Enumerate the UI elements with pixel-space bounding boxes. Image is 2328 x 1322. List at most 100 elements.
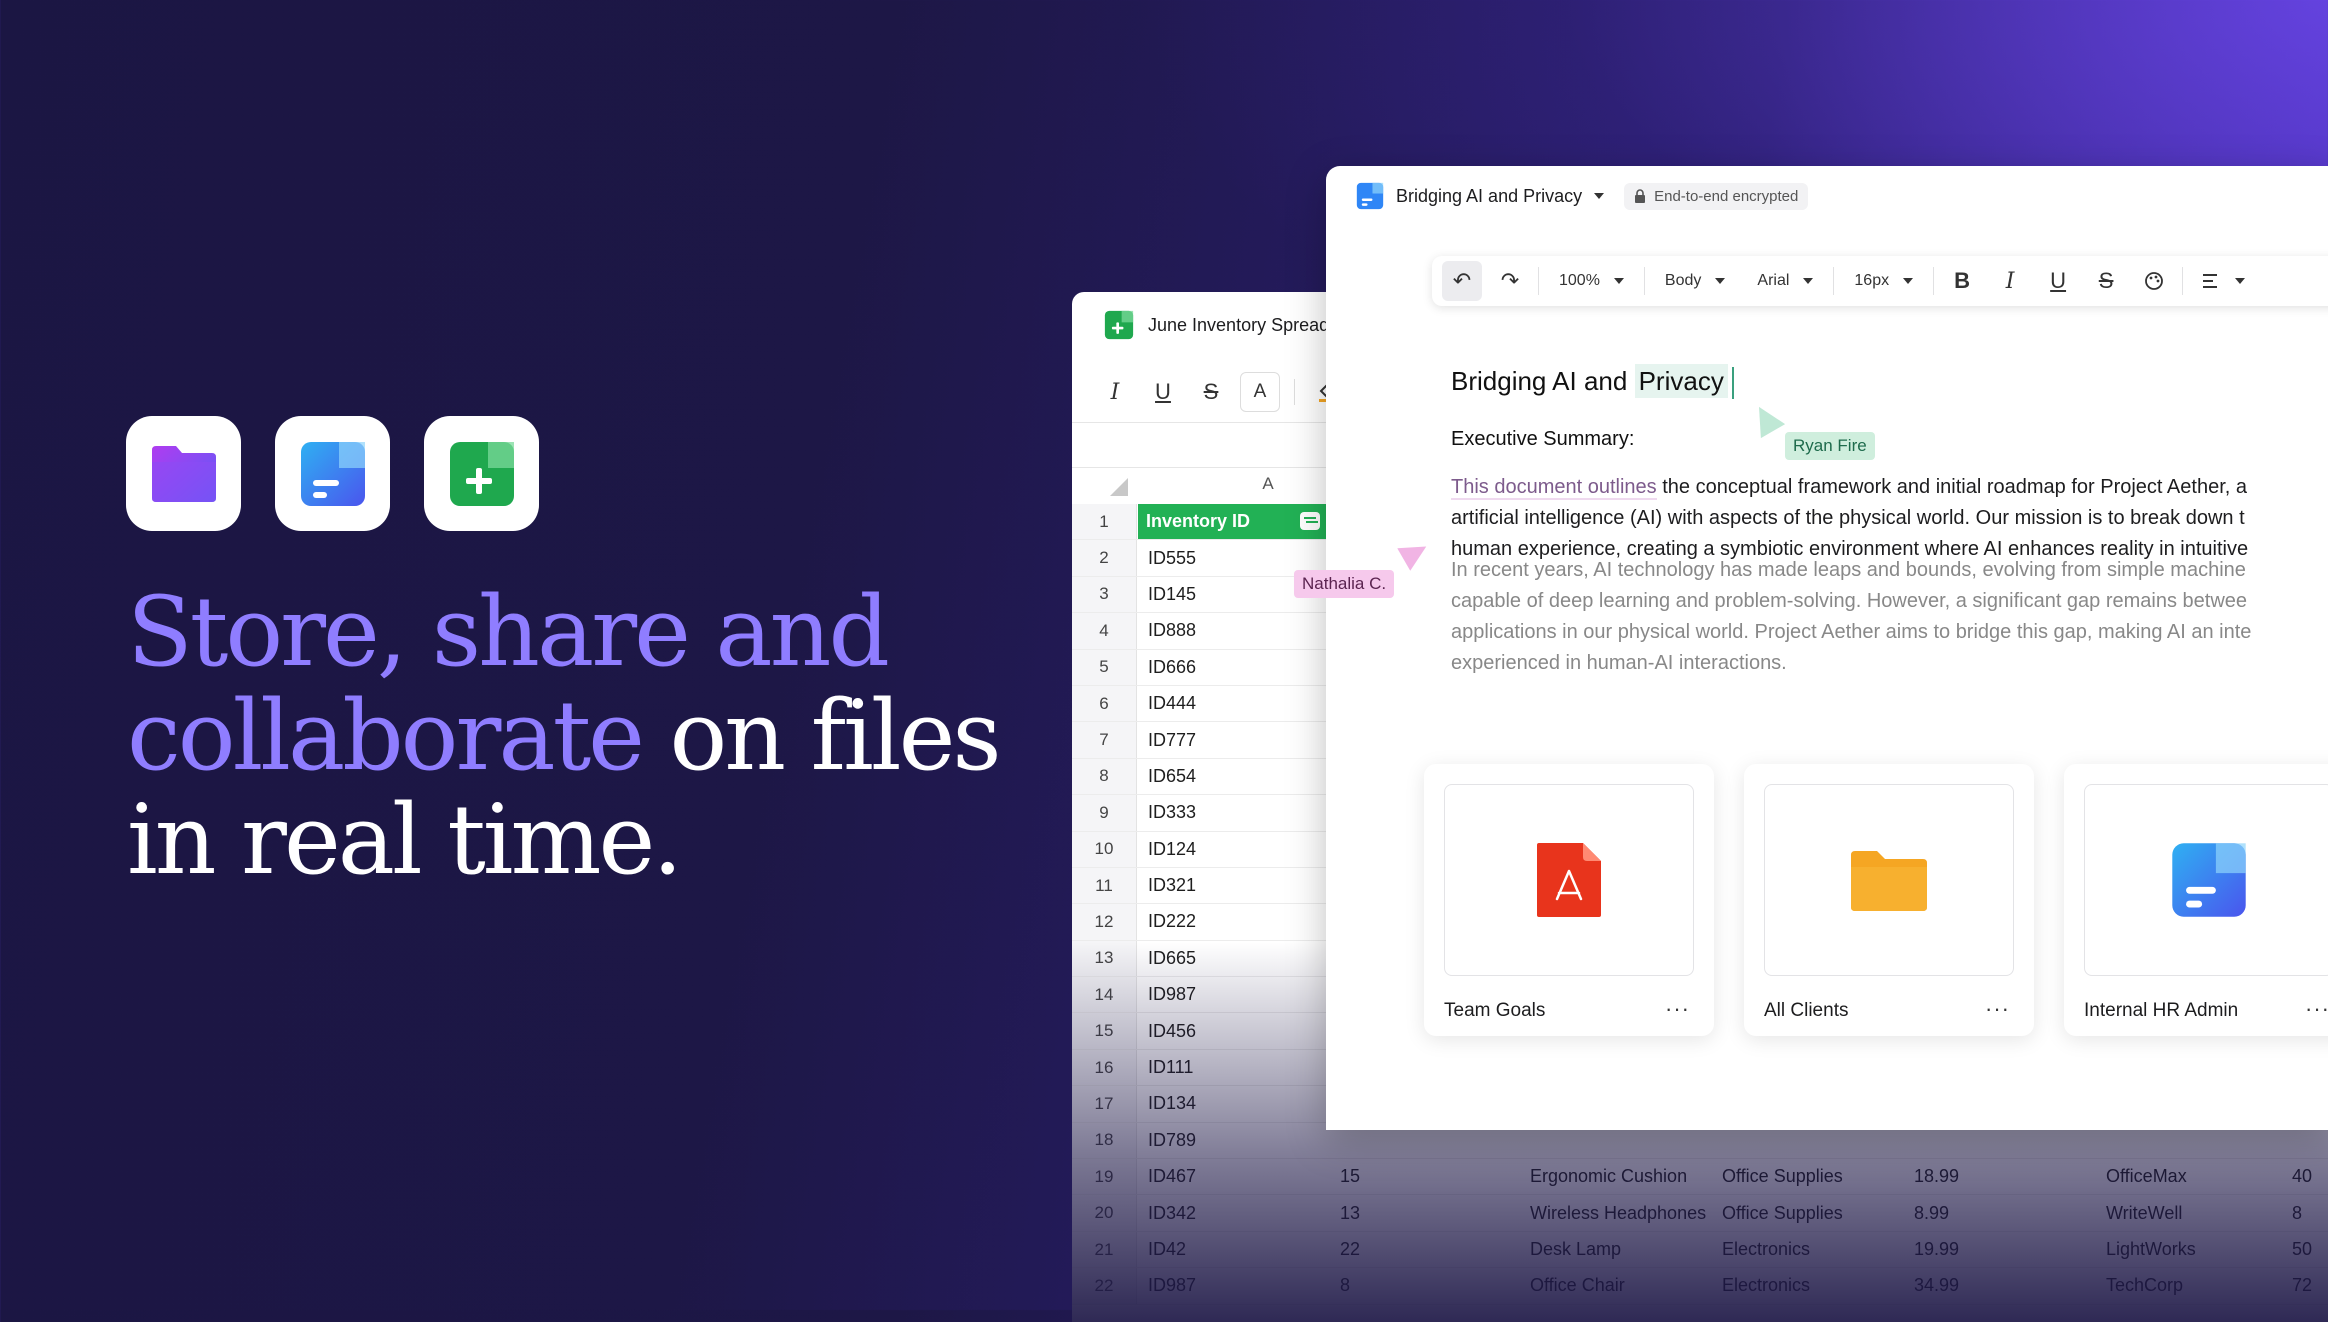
chevron-down-icon [1803, 278, 1814, 284]
document-subheading[interactable]: Executive Summary: [1451, 428, 1634, 451]
table-cell[interactable]: 13 [1340, 1203, 1360, 1224]
table-cell[interactable]: Office Supplies [1722, 1203, 1843, 1224]
table-cell[interactable]: ID467 [1148, 1166, 1196, 1187]
font-size-dropdown[interactable]: 16px [1842, 272, 1925, 290]
table-cell[interactable]: 18.99 [1914, 1166, 1959, 1187]
table-cell[interactable]: Inventory ID [1138, 504, 1326, 540]
table-cell[interactable]: ID124 [1148, 839, 1196, 860]
row-number[interactable]: 4 [1072, 613, 1137, 649]
row-number[interactable]: 12 [1072, 904, 1137, 940]
table-cell[interactable]: ID888 [1148, 620, 1196, 641]
table-cell[interactable]: ID134 [1148, 1093, 1196, 1114]
table-cell[interactable]: ID111 [1148, 1057, 1193, 1078]
table-cell[interactable]: LightWorks [2106, 1239, 2196, 1260]
color-palette-button[interactable] [2134, 261, 2174, 301]
text-color-button[interactable]: A [1240, 372, 1280, 412]
style-dropdown[interactable]: Body [1653, 272, 1737, 290]
underline-button[interactable]: U [2038, 261, 2078, 301]
more-options-icon[interactable]: ··· [1985, 996, 2010, 1022]
row-number[interactable]: 7 [1072, 722, 1137, 758]
row-number[interactable]: 5 [1072, 649, 1137, 685]
bold-button[interactable]: B [1942, 261, 1982, 301]
table-cell[interactable]: ID789 [1148, 1130, 1196, 1151]
undo-button[interactable]: ↶ [1442, 261, 1482, 301]
align-dropdown[interactable] [2191, 274, 2257, 288]
table-cell[interactable]: 15 [1340, 1166, 1360, 1187]
table-cell[interactable]: OfficeMax [2106, 1166, 2187, 1187]
filter-icon[interactable] [1300, 512, 1320, 530]
row-number[interactable]: 11 [1072, 867, 1137, 904]
font-dropdown[interactable]: Arial [1745, 272, 1825, 290]
document-paragraph-2[interactable]: In recent years, AI technology has made … [1451, 555, 2328, 679]
table-cell[interactable]: Ergonomic Cushion [1530, 1166, 1687, 1187]
table-cell[interactable]: 50 [2292, 1239, 2312, 1260]
table-cell[interactable]: 8 [1340, 1275, 1350, 1296]
row-number[interactable]: 3 [1072, 576, 1137, 613]
row-number[interactable]: 20 [1072, 1195, 1137, 1231]
table-cell[interactable]: ID666 [1148, 657, 1196, 678]
select-all-corner[interactable] [1110, 478, 1128, 496]
table-cell[interactable]: 40 [2292, 1166, 2312, 1187]
chevron-down-icon[interactable] [1594, 193, 1605, 199]
file-card-team-goals[interactable]: Team Goals ··· [1424, 764, 1714, 1036]
underline-button[interactable]: U [1144, 373, 1182, 411]
more-options-icon[interactable]: ··· [1665, 996, 1690, 1022]
table-cell[interactable]: ID321 [1148, 875, 1196, 896]
table-cell[interactable]: ID987 [1148, 984, 1196, 1005]
table-cell[interactable]: Desk Lamp [1530, 1239, 1621, 1260]
row-number[interactable]: 10 [1072, 831, 1137, 867]
table-cell[interactable]: Wireless Headphones [1530, 1203, 1706, 1224]
row-number[interactable]: 15 [1072, 1013, 1137, 1049]
table-cell[interactable]: 72 [2292, 1275, 2312, 1296]
table-cell[interactable]: Electronics [1722, 1239, 1810, 1260]
table-cell[interactable]: ID665 [1148, 948, 1196, 969]
row-number[interactable]: 22 [1072, 1268, 1137, 1304]
row-number[interactable]: 13 [1072, 940, 1137, 977]
italic-button[interactable]: I [1990, 261, 2030, 301]
redo-button[interactable]: ↷ [1490, 261, 1530, 301]
row-number[interactable]: 2 [1072, 540, 1137, 576]
table-cell[interactable]: 22 [1340, 1239, 1360, 1260]
table-cell[interactable]: ID777 [1148, 730, 1196, 751]
row-number[interactable]: 9 [1072, 795, 1137, 831]
italic-button[interactable]: I [1096, 373, 1134, 411]
row-number[interactable]: 18 [1072, 1122, 1137, 1159]
strikethrough-button[interactable]: S [2086, 261, 2126, 301]
table-cell[interactable]: ID145 [1148, 584, 1196, 605]
table-cell[interactable]: ID654 [1148, 766, 1196, 787]
table-cell[interactable]: ID987 [1148, 1275, 1196, 1296]
zoom-dropdown[interactable]: 100% [1547, 272, 1636, 290]
row-number[interactable]: 21 [1072, 1231, 1137, 1268]
table-cell[interactable]: ID456 [1148, 1021, 1196, 1042]
table-cell[interactable]: WriteWell [2106, 1203, 2182, 1224]
text-color-icon: A [1253, 381, 1267, 402]
document-heading[interactable]: Bridging AI and Privacy [1451, 364, 1734, 400]
table-cell[interactable]: ID555 [1148, 548, 1196, 569]
file-card-all-clients[interactable]: All Clients ··· [1744, 764, 2034, 1036]
table-cell[interactable]: Office Supplies [1722, 1166, 1843, 1187]
table-cell[interactable]: 19.99 [1914, 1239, 1959, 1260]
table-cell[interactable]: ID42 [1148, 1239, 1186, 1260]
table-cell[interactable]: 8 [2292, 1203, 2302, 1224]
more-options-icon[interactable]: ··· [2305, 996, 2328, 1022]
file-card-internal-hr-admin[interactable]: Internal HR Admin ··· [2064, 764, 2328, 1036]
table-cell[interactable]: Electronics [1722, 1275, 1810, 1296]
table-cell[interactable]: ID444 [1148, 693, 1196, 714]
row-number[interactable]: 6 [1072, 685, 1137, 722]
row-number[interactable]: 8 [1072, 758, 1137, 795]
document-title[interactable]: Bridging AI and Privacy [1396, 186, 1582, 207]
table-cell[interactable]: TechCorp [2106, 1275, 2183, 1296]
table-cell[interactable]: ID222 [1148, 911, 1196, 932]
document-paragraph-1[interactable]: This document outlines the conceptual fr… [1451, 472, 2328, 565]
row-number[interactable]: 1 [1072, 504, 1137, 540]
table-cell[interactable]: Office Chair [1530, 1275, 1625, 1296]
strikethrough-button[interactable]: S [1192, 373, 1230, 411]
table-cell[interactable]: 34.99 [1914, 1275, 1959, 1296]
row-number[interactable]: 19 [1072, 1159, 1137, 1195]
row-number[interactable]: 17 [1072, 1086, 1137, 1122]
row-number[interactable]: 14 [1072, 977, 1137, 1013]
table-cell[interactable]: 8.99 [1914, 1203, 1949, 1224]
row-number[interactable]: 16 [1072, 1049, 1137, 1086]
table-cell[interactable]: ID333 [1148, 802, 1196, 823]
table-cell[interactable]: ID342 [1148, 1203, 1196, 1224]
